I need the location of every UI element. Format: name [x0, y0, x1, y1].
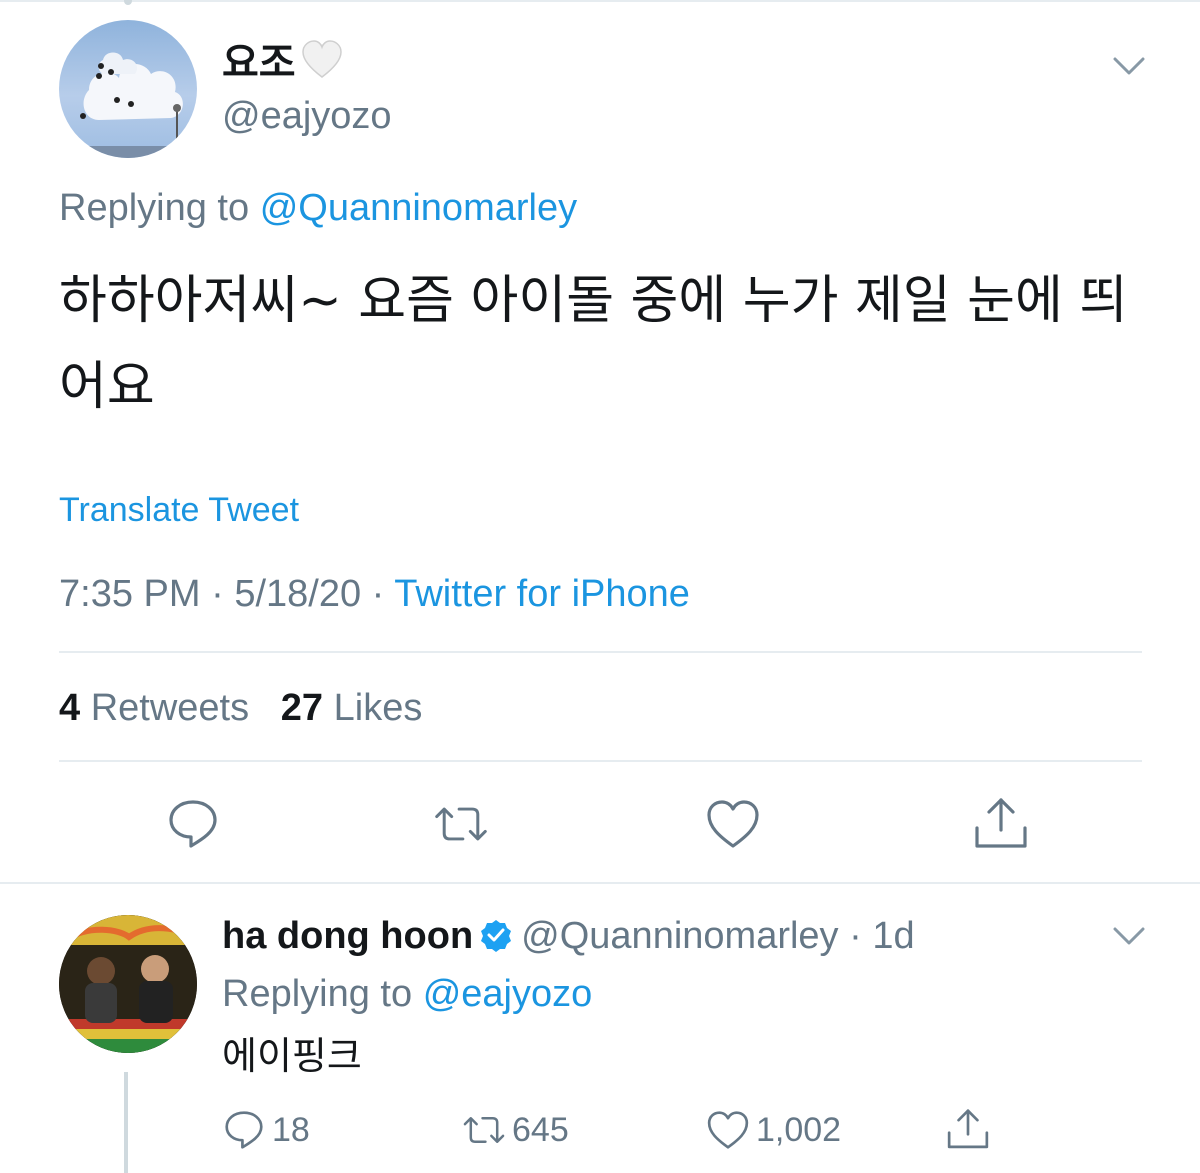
- white-heart-emoji-icon: [301, 40, 342, 78]
- share-icon[interactable]: [973, 794, 1029, 850]
- avatar-image: [80, 52, 183, 158]
- avatar-image: [59, 915, 197, 1053]
- retweet-action[interactable]: 645: [462, 1108, 569, 1152]
- retweet-count: 645: [512, 1110, 569, 1149]
- reply-display-name[interactable]: ha dong hoon: [222, 915, 473, 957]
- share-action[interactable]: [946, 1106, 996, 1150]
- tweet-metadata: 7:35 PM · 5/18/20 · Twitter for iPhone: [59, 570, 690, 618]
- separator: ·: [849, 915, 862, 957]
- likes-stat[interactable]: 27 Likes: [281, 687, 423, 729]
- thread-line: [124, 1072, 128, 1173]
- chevron-down-icon[interactable]: [1112, 56, 1146, 76]
- display-name[interactable]: 요조: [222, 38, 344, 88]
- retweet-icon[interactable]: [433, 796, 489, 852]
- reply-count: 18: [272, 1110, 310, 1149]
- translate-tweet-link[interactable]: Translate Tweet: [59, 488, 299, 532]
- thread-connector: [124, 0, 132, 5]
- handle[interactable]: @eajyozo: [222, 92, 392, 140]
- retweets-label: Retweets: [90, 687, 250, 729]
- tweet-source-link[interactable]: Twitter for iPhone: [394, 573, 690, 615]
- divider: [59, 651, 1142, 653]
- verified-badge-icon: [481, 920, 512, 952]
- chevron-down-icon[interactable]: [1112, 926, 1146, 946]
- reply-age: 1d: [872, 915, 915, 957]
- likes-label: Likes: [333, 687, 423, 729]
- like-icon[interactable]: [705, 796, 761, 852]
- replying-to: Replying to @eajyozo: [222, 970, 592, 1018]
- separator: ·: [211, 573, 224, 615]
- top-divider: [0, 0, 1200, 2]
- replying-to-label: Replying to: [59, 187, 250, 229]
- replying-to: Replying to @Quanninomarley: [59, 184, 577, 232]
- replying-to-label: Replying to: [222, 973, 413, 1015]
- reply-action[interactable]: 18: [222, 1108, 310, 1152]
- like-count: 1,002: [756, 1110, 842, 1149]
- separator: ·: [371, 573, 385, 615]
- reply-handle[interactable]: @Quanninomarley: [521, 915, 838, 957]
- replying-to-handle-link[interactable]: @eajyozo: [423, 973, 593, 1015]
- avatar[interactable]: [59, 915, 197, 1053]
- replying-to-handle-link[interactable]: @Quanninomarley: [260, 187, 577, 229]
- reply-icon: [225, 1111, 263, 1149]
- tweet-date: 5/18/20: [234, 573, 362, 615]
- like-icon: [707, 1111, 749, 1149]
- section-divider: [0, 882, 1200, 884]
- retweets-count: 4: [59, 687, 81, 729]
- likes-count: 27: [280, 687, 324, 729]
- reply-text: 에이핑크: [222, 1034, 362, 1078]
- avatar[interactable]: [59, 20, 197, 158]
- engagement-stats: 4 Retweets 27 Likes: [59, 684, 422, 732]
- reply-header: ha dong hoon @Quanninomarley · 1d: [222, 912, 915, 960]
- divider: [59, 760, 1142, 762]
- like-action[interactable]: 1,002: [706, 1108, 841, 1152]
- display-name-text: 요조: [222, 41, 296, 85]
- tweet-text: 하하아저씨~ 요즘 아이돌 중에 누가 제일 눈에 띄어요: [59, 271, 1128, 417]
- share-icon: [947, 1109, 989, 1149]
- retweet-icon: [463, 1117, 505, 1143]
- tweet-time: 7:35 PM: [59, 573, 201, 615]
- reply-icon[interactable]: [165, 796, 221, 852]
- retweets-stat[interactable]: 4 Retweets: [59, 687, 249, 729]
